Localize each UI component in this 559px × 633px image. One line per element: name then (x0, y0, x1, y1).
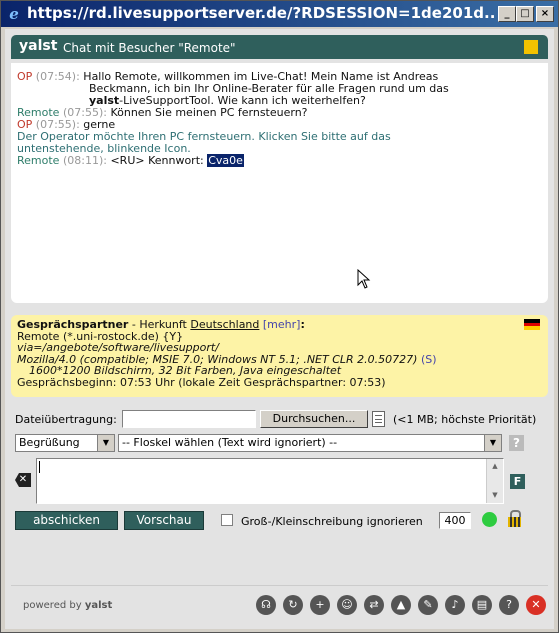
visitor-info-panel: Gesprächspartner - Herkunft Deutschland … (11, 315, 548, 397)
greeting-value: Begrüßung (19, 436, 80, 449)
message-textarea[interactable]: ▲ ▼ (36, 458, 504, 504)
chat-message: Remote (08:11): <RU> Kennwort: Cva0e (17, 154, 542, 167)
online-status-icon (482, 512, 497, 527)
music-note-icon[interactable]: ♪ (445, 595, 465, 615)
end-chat-icon[interactable]: ✕ (526, 595, 546, 615)
char-counter: 400 (439, 512, 471, 529)
minimize-button[interactable]: _ (498, 6, 516, 22)
case-checkbox[interactable] (221, 514, 233, 526)
footer-bar: powered by yalst ☊ ↻ + ☺ ⇄ ▲ ✎ ♪ ▤ ? ✕ (11, 585, 548, 622)
message-time: (07:54): (35, 70, 80, 83)
close-window-button[interactable]: × (536, 6, 554, 22)
print-icon[interactable]: ▤ (472, 595, 492, 615)
page-content: yalst Chat mit Besucher "Remote" OP (07:… (5, 29, 554, 629)
scroll-down-icon[interactable]: ▼ (487, 488, 503, 503)
transfer-icon[interactable]: ⇄ (364, 595, 384, 615)
message-time: (08:11): (62, 154, 107, 167)
ua-s-link[interactable]: (S) (421, 353, 437, 366)
document-icon[interactable] (372, 411, 385, 427)
chat-header: yalst Chat mit Besucher "Remote" (11, 35, 548, 59)
preview-button[interactable]: Vorschau (124, 511, 204, 530)
users-icon[interactable]: ☺ (337, 595, 357, 615)
title-bar[interactable]: e https://rd.livesupportserver.de/?RDSES… (1, 1, 558, 27)
clear-icon[interactable]: ✕ (15, 473, 31, 487)
remote-control-icon[interactable]: ☊ (256, 595, 276, 615)
brand-logo: yalst (19, 38, 58, 54)
maximize-button[interactable]: □ (516, 6, 534, 22)
message-sender: Remote (17, 154, 60, 167)
start-line: Gesprächsbeginn: 07:53 Uhr (lokale Zeit … (17, 375, 386, 389)
lock-icon[interactable] (508, 510, 521, 528)
chevron-down-icon[interactable]: ▼ (484, 435, 501, 451)
greeting-select[interactable]: Begrüßung ▼ (15, 434, 115, 452)
graduation-cap-icon[interactable]: ▲ (391, 595, 411, 615)
chat-log: OP (07:54): Hallo Remote, willkommen im … (11, 63, 548, 303)
chevron-down-icon[interactable]: ▼ (97, 435, 114, 451)
screen-line: 1600*1200 Bildschirm, 32 Bit Farben, Jav… (17, 365, 542, 377)
ie-icon: e (9, 5, 19, 23)
powered-text: powered by (23, 600, 85, 611)
message-text: <RU> Kennwort: (110, 154, 204, 167)
scroll-up-icon[interactable]: ▲ (487, 459, 503, 474)
file-input[interactable] (122, 410, 256, 428)
pen-icon[interactable]: ✎ (418, 595, 438, 615)
cobrowse-icon[interactable]: ↻ (283, 595, 303, 615)
chat-title: Chat mit Besucher "Remote" (63, 41, 236, 55)
send-button[interactable]: abschicken (15, 511, 118, 530)
message-sender: OP (17, 70, 33, 83)
case-label: Groß-/Kleinschreibung ignorieren (241, 515, 423, 528)
file-note: (<1 MB; höchste Priorität) (393, 413, 537, 426)
message-text: Können Sie meinen PC fernsteuern? (110, 106, 308, 119)
status-square-icon[interactable] (524, 40, 538, 54)
help-icon[interactable]: ? (509, 435, 524, 451)
browse-button[interactable]: Durchsuchen... (260, 410, 368, 428)
format-f-icon[interactable]: F (510, 474, 525, 489)
phrase-value: -- Floskel wählen (Text wird ignoriert) … (122, 436, 338, 449)
mouse-cursor-icon (357, 269, 371, 289)
phrase-select[interactable]: -- Floskel wählen (Text wird ignoriert) … (118, 434, 502, 452)
scrollbar[interactable]: ▲ ▼ (486, 459, 503, 503)
add-user-icon[interactable]: + (310, 595, 330, 615)
german-flag-icon (524, 319, 540, 330)
help-circle-icon[interactable]: ? (499, 595, 519, 615)
powered-brand: yalst (84, 600, 113, 611)
file-transfer-label: Dateiübertragung: (15, 413, 117, 426)
powered-by: powered by yalst (23, 600, 112, 611)
selected-text[interactable]: Cva0e (207, 154, 244, 167)
country-link[interactable]: Deutschland (190, 318, 259, 331)
browser-window: e https://rd.livesupportserver.de/?RDSES… (0, 0, 559, 633)
text-caret (39, 461, 40, 473)
partner-line: Gesprächspartner - Herkunft Deutschland … (17, 319, 542, 331)
more-link[interactable]: [mehr] (263, 318, 301, 331)
partner-colon: : (300, 318, 305, 331)
window-title: https://rd.livesupportserver.de/?RDSESSI… (27, 4, 495, 22)
